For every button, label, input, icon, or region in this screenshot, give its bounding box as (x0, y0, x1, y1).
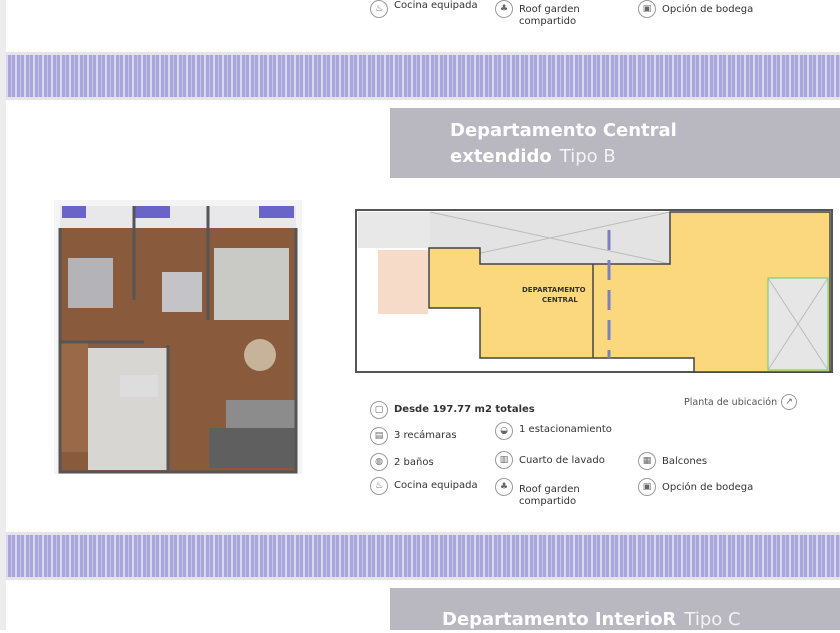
feature-bathrooms: ◍ 2 baños (370, 453, 434, 471)
feature-parking: ◒ 1 estacionamiento (495, 422, 612, 440)
kitchen-icon: ♨ (370, 477, 388, 495)
feature-label: Cocina equipada (394, 0, 478, 11)
unit-c-title: Departamento InterioR Tipo C (390, 588, 840, 630)
feature-label: 2 baños (394, 457, 434, 468)
car-icon: ◒ (495, 422, 513, 440)
kitchen-icon: ♨ (370, 0, 388, 18)
feature-label: Roof garden compartido (519, 484, 580, 508)
toilet-icon: ◍ (370, 453, 388, 471)
floor-plan-render (54, 200, 302, 474)
feature-balconies: ▦ Balcones (638, 452, 707, 470)
washer-icon: ▥ (495, 451, 513, 469)
title-line1: Departamento Central (450, 120, 677, 141)
unit-b-title: Departamento Central extendido Tipo B (390, 108, 840, 178)
feature-label-line1: Roof garden (519, 4, 580, 15)
location-plan: DEPARTAMENTO CENTRAL (355, 209, 833, 373)
location-label-text: Planta de ubicación (684, 396, 778, 408)
feature-kitchen: ♨ Cocina equipada (370, 477, 478, 495)
location-label: Planta de ubicación ↗ (684, 394, 803, 410)
plan-label-line1: DEPARTAMENTO (522, 286, 586, 294)
storage-icon: ▣ (638, 0, 656, 18)
feature-label: Roof garden compartido (519, 4, 580, 28)
decorative-band (6, 52, 840, 100)
garden-icon: ♣ (495, 0, 513, 18)
compass-icon: ↗ (781, 394, 798, 410)
feature-label: Cuarto de lavado (519, 455, 605, 466)
garden-icon: ♣ (495, 478, 513, 496)
feature-kitchen: ♨ Cocina equipada (370, 0, 478, 18)
balcony-icon: ▦ (638, 452, 656, 470)
unit-type: Tipo B (559, 146, 616, 167)
area-icon: ▢ (370, 401, 388, 419)
feature-storage: ▣ Opción de bodega (638, 478, 753, 496)
feature-label: Balcones (662, 456, 708, 467)
feature-label-line1: Roof garden (519, 484, 580, 495)
feature-label: Opción de bodega (662, 4, 754, 15)
unit-type: Tipo C (684, 609, 741, 630)
plan-label-line2: CENTRAL (542, 296, 578, 304)
feature-label: 1 estacionamiento (519, 424, 612, 435)
feature-label: 3 recámaras (394, 430, 457, 441)
feature-label: Cocina equipada (394, 480, 478, 491)
feature-roof-garden: ♣ Roof garden compartido (495, 0, 580, 28)
bed-icon: ▤ (370, 427, 388, 445)
decorative-band (6, 532, 840, 580)
title-line2: extendido (450, 146, 552, 167)
feature-roof-garden: ♣ Roof garden compartido (495, 478, 580, 508)
feature-label-line2: compartido (519, 16, 577, 27)
title-text: Departamento InterioR (442, 609, 677, 630)
area-text: Desde 197.77 m2 totales (394, 404, 535, 415)
feature-storage: ▣ Opción de bodega (638, 0, 753, 18)
feature-label-line2: compartido (519, 496, 577, 507)
feature-bedrooms: ▤ 3 recámaras (370, 427, 457, 445)
feature-laundry: ▥ Cuarto de lavado (495, 451, 605, 469)
area: ▢ Desde 197.77 m2 totales (370, 401, 535, 419)
feature-label: Opción de bodega (662, 482, 754, 493)
storage-icon: ▣ (638, 478, 656, 496)
